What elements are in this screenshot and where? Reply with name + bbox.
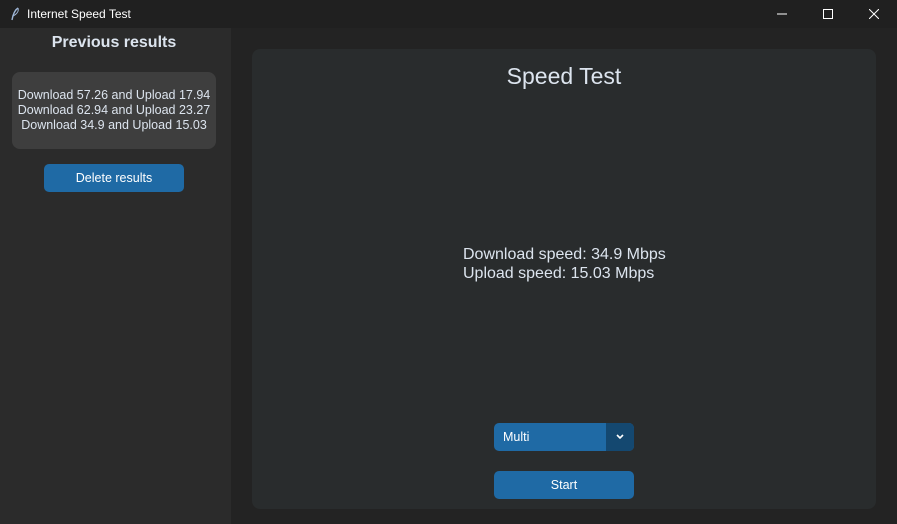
close-button[interactable] <box>851 0 897 28</box>
result-item: Download 57.26 and Upload 17.94 <box>17 88 211 102</box>
delete-results-button[interactable]: Delete results <box>44 164 184 192</box>
result-item: Download 34.9 and Upload 15.03 <box>21 118 207 132</box>
page-title: Speed Test <box>506 63 622 89</box>
sidebar-title: Previous results <box>51 34 177 51</box>
title-bar: Internet Speed Test <box>0 0 897 28</box>
minimize-icon <box>777 13 787 15</box>
maximize-icon <box>823 9 833 19</box>
mode-dropdown-value: Multi <box>503 430 530 444</box>
close-icon <box>869 9 879 19</box>
chevron-down-icon[interactable] <box>606 423 634 451</box>
mode-dropdown[interactable]: Multi <box>494 423 634 451</box>
window-title: Internet Speed Test <box>27 7 131 21</box>
speed-test-panel: Speed Test Download speed: 34.9 Mbps Upl… <box>252 49 876 509</box>
upload-speed-text: Upload speed: 15.03 Mbps <box>463 265 655 282</box>
maximize-button[interactable] <box>805 0 851 28</box>
start-button[interactable]: Start <box>494 471 634 499</box>
feather-icon <box>8 7 22 21</box>
minimize-button[interactable] <box>759 0 805 28</box>
speed-readout: Download speed: 34.9 Mbps Upload speed: … <box>463 245 666 283</box>
download-speed-text: Download speed: 34.9 Mbps <box>463 246 666 263</box>
previous-results-box: Download 57.26 and Upload 17.94 Download… <box>12 72 216 149</box>
sidebar: Previous results Download 57.26 and Uplo… <box>0 28 231 524</box>
result-item: Download 62.94 and Upload 23.27 <box>17 103 211 117</box>
window-controls <box>759 0 897 28</box>
